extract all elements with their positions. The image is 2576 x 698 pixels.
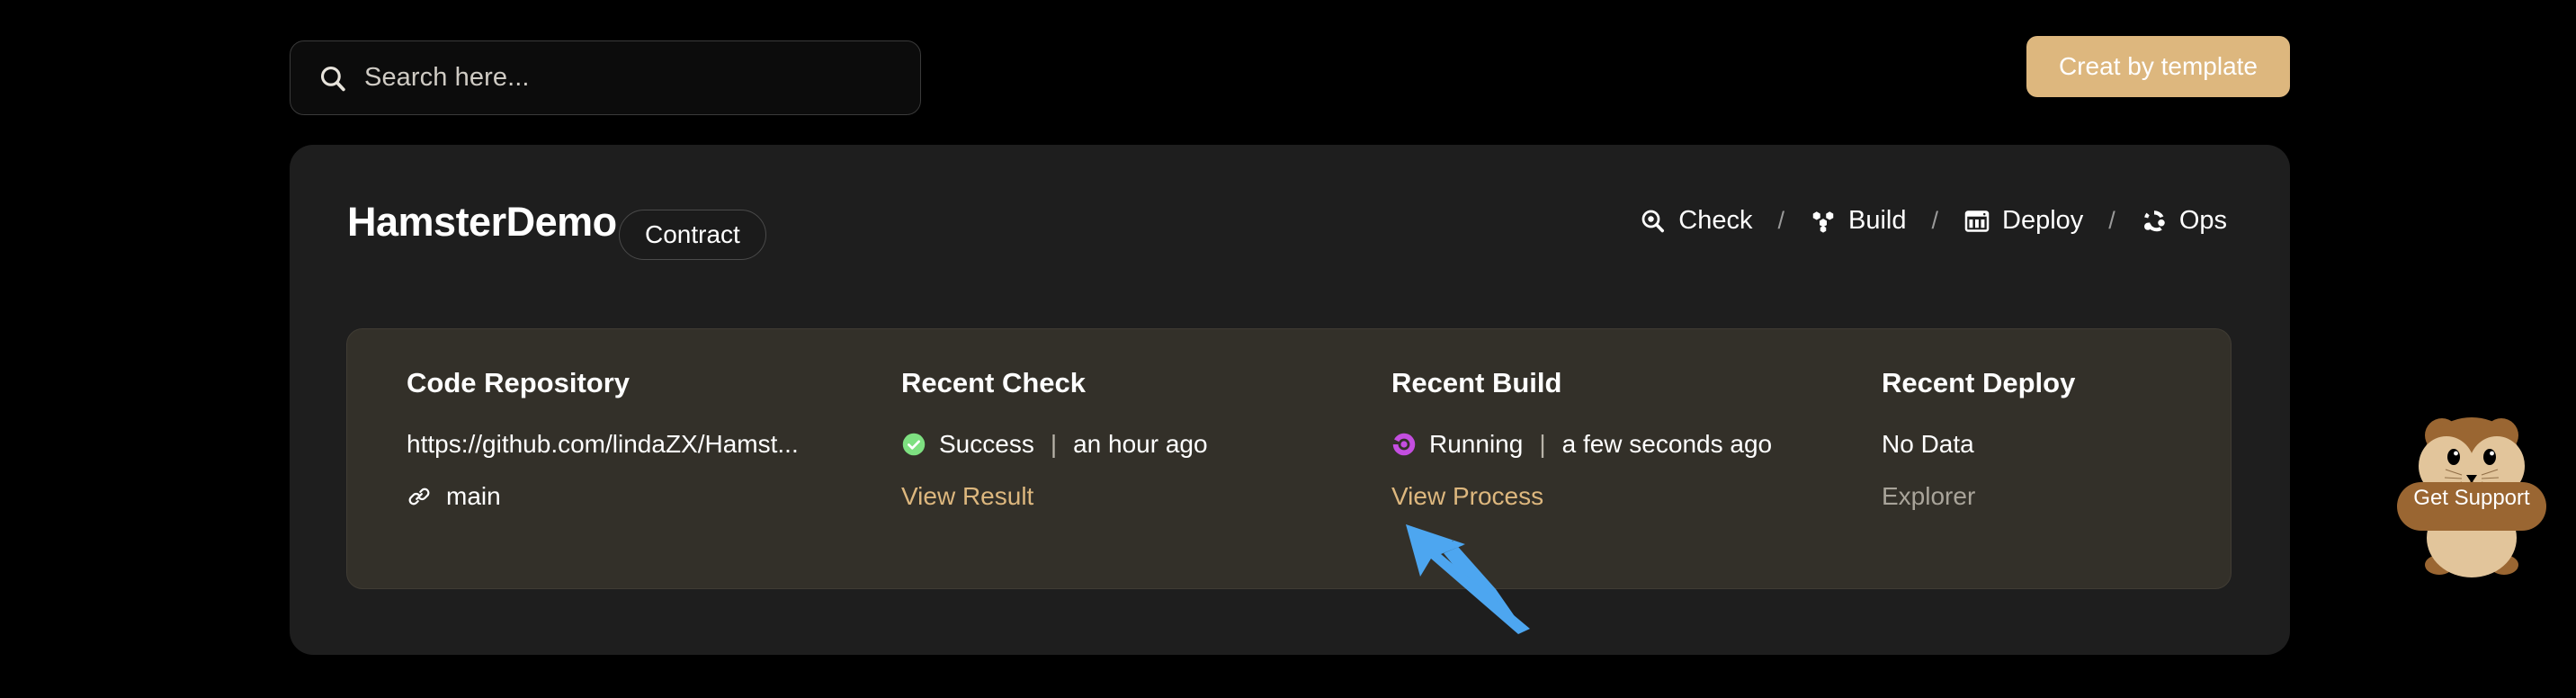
nodes-icon bbox=[2143, 210, 2165, 231]
nav-item-deploy-label: Deploy bbox=[2002, 206, 2084, 235]
summary-column-repository: Code Repository https://github.com/linda… bbox=[347, 367, 842, 588]
check-status-row: Success | an hour ago bbox=[901, 430, 1332, 459]
magnifier-icon bbox=[1641, 210, 1665, 232]
nav-item-ops[interactable]: Ops bbox=[2135, 206, 2232, 236]
summary-column-build: Recent Build Running | a few seconds ago… bbox=[1332, 367, 1822, 588]
summary-column-deploy: Recent Deploy No Data Explorer bbox=[1822, 367, 2200, 588]
check-separator: | bbox=[1050, 430, 1058, 458]
deploy-title: Recent Deploy bbox=[1882, 367, 2076, 398]
explorer-link[interactable]: Explorer bbox=[1882, 482, 2200, 511]
nav-item-check[interactable]: Check bbox=[1634, 206, 1758, 236]
view-result-link[interactable]: View Result bbox=[901, 482, 1332, 511]
get-support-button[interactable]: Get Support bbox=[2379, 405, 2564, 585]
nav-item-ops-label: Ops bbox=[2178, 206, 2227, 235]
build-time: a few seconds ago bbox=[1561, 430, 1773, 458]
build-status-label: Running bbox=[1429, 430, 1524, 458]
check-title: Recent Check bbox=[901, 367, 1087, 398]
nav-item-check-label: Check bbox=[1678, 206, 1753, 235]
build-status-row: Running | a few seconds ago bbox=[1391, 430, 1822, 459]
spinner-icon bbox=[1392, 433, 1416, 456]
search-icon bbox=[320, 66, 345, 91]
link-icon bbox=[408, 488, 430, 506]
project-card-header: HamsterDemo Contract Check / Build / Dep… bbox=[290, 145, 2290, 307]
nav-separator: / bbox=[1777, 207, 1784, 234]
check-circle-icon bbox=[902, 433, 926, 456]
app-root: Search here... Creat by template Hamster… bbox=[0, 0, 2576, 698]
check-status-label: Success bbox=[939, 430, 1034, 458]
create-by-template-button[interactable]: Creat by template bbox=[2026, 36, 2290, 97]
server-grid-icon bbox=[1964, 210, 1990, 232]
project-card: HamsterDemo Contract Check / Build / Dep… bbox=[290, 145, 2290, 655]
build-separator: | bbox=[1539, 430, 1546, 458]
repository-title: Code Repository bbox=[407, 367, 631, 398]
hamster-mascot-icon bbox=[2397, 417, 2546, 577]
check-time: an hour ago bbox=[1073, 430, 1208, 458]
summary-column-check: Recent Check Success | an hour ago View … bbox=[842, 367, 1332, 588]
nav-item-build[interactable]: Build bbox=[1804, 206, 1912, 236]
nav-separator: / bbox=[1931, 207, 1939, 234]
build-title: Recent Build bbox=[1391, 367, 1562, 398]
search-input[interactable]: Search here... bbox=[290, 40, 921, 115]
cubes-icon bbox=[1812, 210, 1834, 233]
status-badge-contract[interactable]: Contract bbox=[619, 210, 766, 260]
repository-url: https://github.com/lindaZX/Hamst... bbox=[407, 430, 799, 458]
deploy-status: No Data bbox=[1882, 430, 1974, 458]
view-process-link[interactable]: View Process bbox=[1391, 482, 1822, 511]
nav-item-deploy[interactable]: Deploy bbox=[1958, 206, 2089, 236]
project-nav: Check / Build / Deploy / Ops bbox=[1634, 206, 2232, 236]
page-title: HamsterDemo bbox=[347, 199, 617, 245]
repository-branch[interactable]: main bbox=[407, 482, 842, 511]
repository-branch-label: main bbox=[446, 482, 501, 510]
project-summary-card: Code Repository https://github.com/linda… bbox=[346, 328, 2232, 589]
nav-separator: / bbox=[2108, 207, 2115, 234]
top-bar: Search here... Creat by template bbox=[0, 0, 2576, 144]
search-placeholder-text: Search here... bbox=[364, 63, 530, 92]
nav-item-build-label: Build bbox=[1848, 206, 1907, 235]
